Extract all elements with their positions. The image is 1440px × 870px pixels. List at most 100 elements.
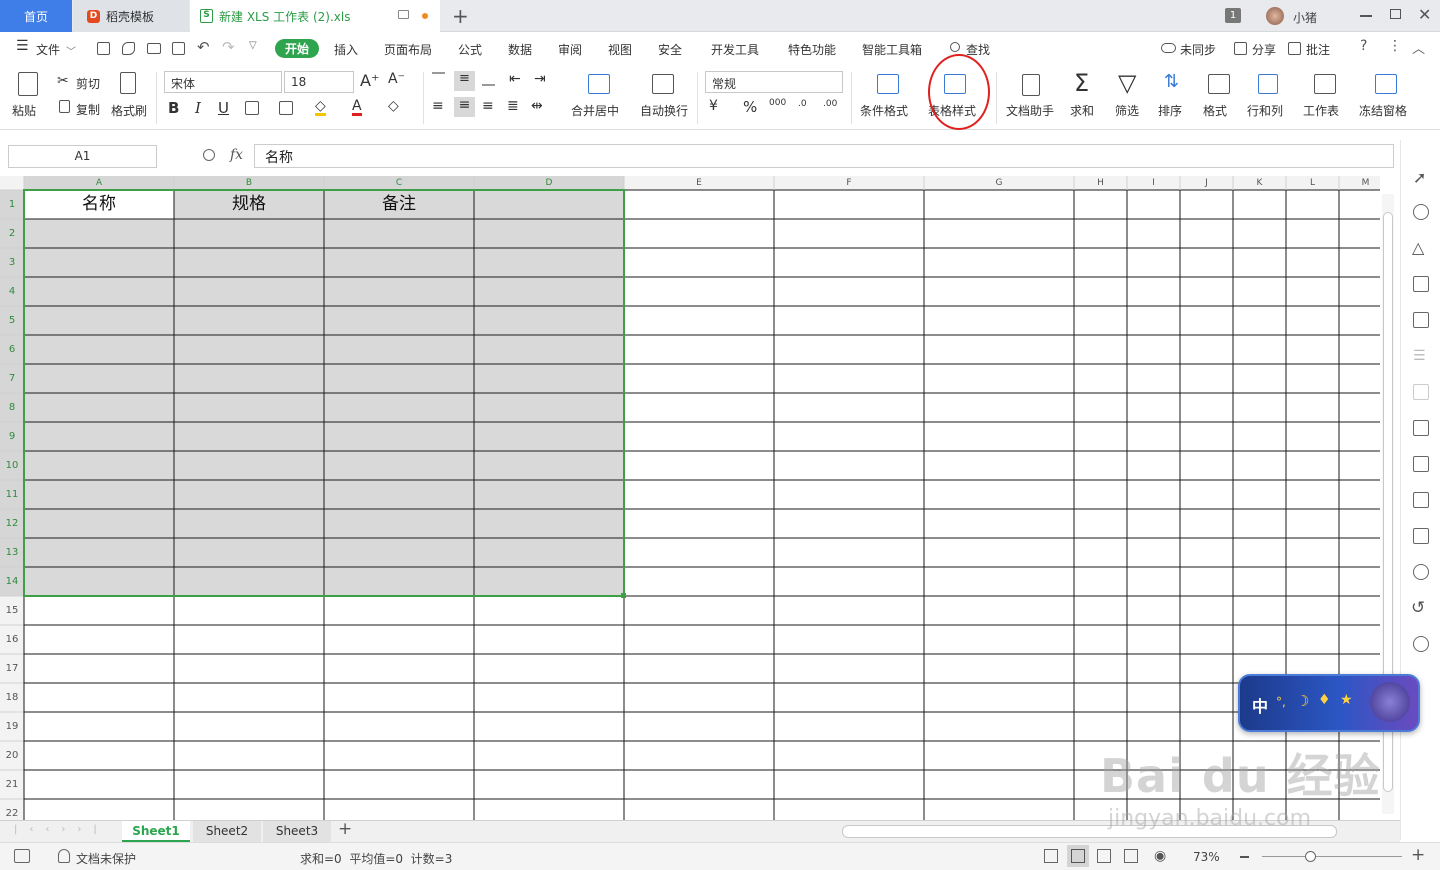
format-button[interactable]: 格式 [1203, 102, 1227, 119]
currency-icon[interactable]: ¥ [709, 98, 718, 114]
select-pointer-icon[interactable]: ➚ [1413, 168, 1426, 187]
menu-data[interactable]: 数据 [508, 41, 532, 58]
share-icon[interactable] [1234, 42, 1247, 55]
column-header-j[interactable]: J [1180, 176, 1233, 190]
normal-view-button[interactable] [1067, 845, 1089, 867]
font-color-icon[interactable]: A [352, 99, 362, 116]
tab-template[interactable]: D 稻壳模板 [73, 0, 189, 32]
cell-a1[interactable]: 名称 [24, 190, 174, 218]
ime-punct-icon[interactable]: °, [1276, 695, 1286, 709]
worksheet-icon[interactable] [1314, 74, 1336, 94]
avatar[interactable] [1266, 7, 1284, 25]
align-center-icon[interactable]: ≡ [454, 97, 475, 117]
zoom-out-icon[interactable] [1240, 856, 1249, 858]
document-helper-icon[interactable] [1022, 74, 1040, 96]
fullscreen-icon[interactable] [1044, 849, 1058, 863]
zoom-in-icon[interactable]: + [1411, 845, 1425, 865]
comment-button[interactable]: 批注 [1306, 41, 1330, 58]
wrap-text-icon[interactable] [652, 74, 674, 94]
row-header-16[interactable]: 16 [0, 625, 24, 654]
column-header-b[interactable]: B [174, 176, 324, 190]
name-box[interactable]: A1 [8, 145, 157, 168]
protect-status[interactable]: 文档未保护 [76, 850, 136, 867]
new-tab-button[interactable]: + [452, 4, 469, 28]
increase-font-icon[interactable]: A⁺ [360, 71, 379, 90]
column-header-h[interactable]: H [1074, 176, 1127, 190]
row-header-3[interactable]: 3 [0, 248, 24, 277]
help-circle-icon[interactable] [1413, 636, 1429, 652]
user-name[interactable]: 小猪 [1293, 9, 1317, 26]
column-header-a[interactable]: A [24, 176, 174, 190]
column-header-l[interactable]: L [1286, 176, 1339, 190]
spreadsheet-grid[interactable]: ABCDEFGHIJKLM 1 2 3 4 5 6 7 8 9 10 11 12 13 14 15 16 17 1… [0, 176, 1380, 820]
row-header-19[interactable]: 19 [0, 712, 24, 741]
ime-star-icon[interactable]: ★ [1340, 692, 1353, 708]
sheet-tab-3[interactable]: Sheet3 [263, 821, 331, 842]
cell-fill-pattern-icon[interactable] [279, 101, 293, 115]
font-size-select[interactable]: 18 [284, 71, 354, 93]
zoom-level[interactable]: 73% [1193, 850, 1220, 864]
chart-icon[interactable] [1413, 312, 1429, 328]
cut-button[interactable]: 剪切 [76, 75, 100, 92]
filter-button[interactable]: 筛选 [1115, 102, 1139, 119]
scissors-icon[interactable]: ✂ [57, 73, 69, 89]
quick-access-dropdown-icon[interactable]: ▽ [249, 40, 257, 51]
row-header-4[interactable]: 4 [0, 277, 24, 306]
worksheet-button[interactable]: 工作表 [1303, 102, 1339, 119]
formula-input[interactable]: 名称 [254, 144, 1394, 168]
more-icon[interactable]: ⋮ [1388, 38, 1402, 54]
menu-review[interactable]: 审阅 [558, 41, 582, 58]
row-header-22[interactable]: 22 [0, 799, 24, 820]
row-header-14[interactable]: 14 [0, 567, 24, 596]
underline-icon[interactable]: U [218, 99, 229, 117]
row-header-8[interactable]: 8 [0, 393, 24, 422]
cell-b1[interactable]: 规格 [174, 190, 324, 218]
tab-home[interactable]: 首页 [0, 0, 72, 32]
zoom-icon[interactable] [203, 149, 215, 161]
undo-icon[interactable]: ↶ [197, 38, 210, 56]
share-button[interactable]: 分享 [1252, 41, 1276, 58]
menu-page-layout[interactable]: 页面布局 [384, 41, 432, 58]
print-preview-icon[interactable] [172, 42, 185, 55]
filter-icon[interactable]: ▽ [1118, 69, 1136, 97]
column-header-d[interactable]: D [474, 176, 624, 190]
archive-icon[interactable] [1413, 492, 1429, 508]
document-helper-button[interactable]: 文档助手 [1006, 102, 1054, 119]
number-format-select[interactable]: 常规 [705, 71, 843, 93]
zoom-slider[interactable] [1262, 856, 1402, 857]
sync-status[interactable]: 未同步 [1180, 41, 1216, 58]
hamburger-icon[interactable]: ☰ [16, 38, 29, 54]
export-icon[interactable] [122, 42, 135, 55]
border-icon[interactable] [245, 101, 259, 115]
percent-icon[interactable]: % [743, 98, 757, 116]
copy-button[interactable]: 复制 [76, 101, 100, 118]
sort-button[interactable]: 排序 [1158, 102, 1182, 119]
sheet-tab-2[interactable]: Sheet2 [193, 821, 261, 842]
redo-icon[interactable]: ↷ [222, 38, 235, 56]
column-header-f[interactable]: F [774, 176, 924, 190]
sum-button[interactable]: 求和 [1070, 102, 1094, 119]
macro-icon[interactable] [14, 849, 30, 863]
tab-document[interactable]: S 新建 XLS 工作表 (2).xls [190, 0, 440, 32]
copy-icon[interactable] [59, 100, 70, 113]
settings-sliders-icon[interactable]: ☰ [1413, 348, 1426, 364]
menu-developer[interactable]: 开发工具 [711, 41, 759, 58]
menu-insert[interactable]: 插入 [334, 41, 358, 58]
shapes-icon[interactable] [1413, 204, 1429, 220]
row-col-button[interactable]: 行和列 [1247, 102, 1283, 119]
menu-file[interactable]: 文件 [36, 41, 60, 58]
paste-icon[interactable] [18, 72, 38, 96]
format-painter-icon[interactable] [120, 72, 136, 94]
ime-skin-icon[interactable]: ♦ [1318, 692, 1331, 708]
fx-icon[interactable]: fx [230, 147, 243, 163]
row-header-11[interactable]: 11 [0, 480, 24, 509]
gallery-icon[interactable] [1413, 420, 1429, 436]
format-painter-button[interactable]: 格式刷 [111, 102, 147, 119]
column-header-i[interactable]: I [1127, 176, 1180, 190]
menu-security[interactable]: 安全 [658, 41, 682, 58]
column-header-e[interactable]: E [624, 176, 774, 190]
conditional-format-icon[interactable] [877, 74, 899, 94]
ime-moon-icon[interactable]: ☽ [1296, 692, 1309, 710]
decrease-decimal-icon[interactable]: .00 [823, 99, 837, 109]
eye-protect-icon[interactable]: ◉ [1154, 848, 1166, 864]
